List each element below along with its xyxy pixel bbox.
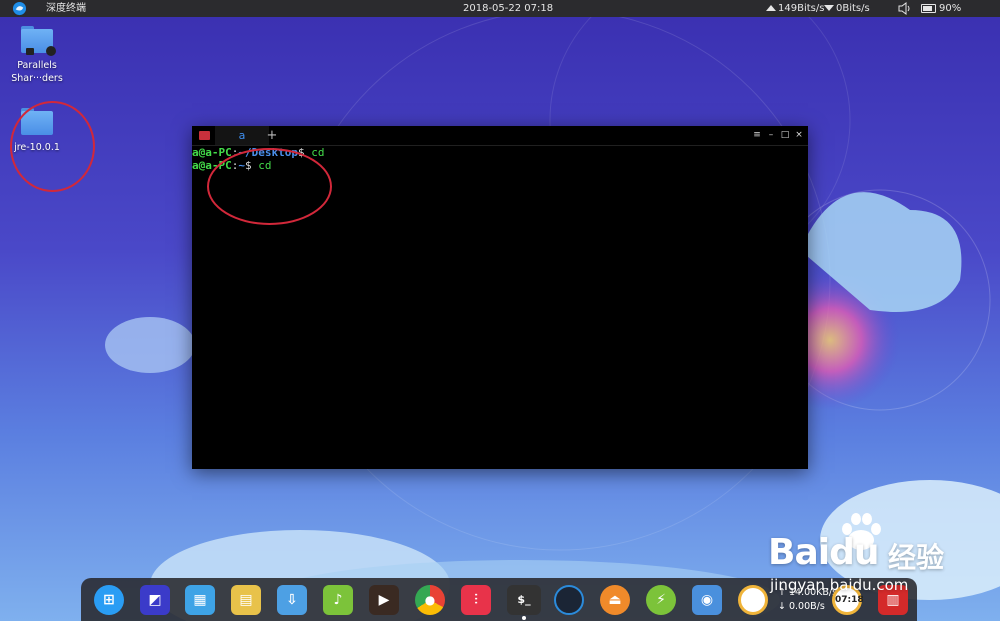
deepin-logo-icon[interactable]: [12, 1, 27, 16]
share-badge-icon: [46, 46, 56, 56]
upload-arrow-icon: [766, 5, 776, 11]
baidu-watermark: Baidu 经验 jingyan.baidu.com: [768, 512, 968, 602]
running-indicator: [522, 616, 526, 620]
top-panel: 深度终端 2018-05-22 07:18 149Bits/s 0Bits/s …: [0, 0, 1000, 17]
annotation-circle: [10, 101, 95, 192]
active-app-title: 深度终端: [46, 3, 86, 14]
watermark-cn: 经验: [888, 541, 945, 574]
cleaner-icon[interactable]: ⚡: [646, 585, 676, 615]
folder-network-icon[interactable]: ◉: [692, 585, 722, 615]
movie-icon[interactable]: ▶: [369, 585, 399, 615]
app-store-icon[interactable]: ⇩: [277, 585, 307, 615]
menu-icon[interactable]: ≡: [751, 129, 763, 141]
terminal-icon[interactable]: $_: [507, 585, 541, 615]
desktop-icon-parallels-shared[interactable]: Parallels Shar···ders: [2, 26, 72, 85]
desktop-icon-label: Parallels: [17, 60, 57, 71]
close-icon[interactable]: ×: [793, 129, 805, 141]
shared-folder-icon: [21, 26, 56, 56]
file-manager-icon[interactable]: ▤: [231, 585, 261, 615]
prompt-user-host: a@a-PC: [192, 146, 232, 159]
multitask-view-icon[interactable]: ▦: [185, 585, 215, 615]
chrome-icon[interactable]: ●: [415, 585, 445, 615]
terminal-app-icon: [199, 131, 210, 140]
shutdown-icon[interactable]: [738, 585, 768, 615]
terminal-titlebar[interactable]: a + ≡ – □ ×: [192, 126, 808, 146]
terminal-tab[interactable]: a: [215, 126, 269, 145]
watermark-url: jingyan.baidu.com: [770, 576, 909, 594]
minimize-icon[interactable]: –: [765, 129, 777, 141]
net-upload-indicator: 149Bits/s: [766, 0, 824, 17]
battery-percent: 90%: [939, 3, 962, 14]
system-monitor-icon[interactable]: [554, 585, 584, 615]
new-tab-button[interactable]: +: [263, 126, 281, 145]
install-icon[interactable]: ⏏: [600, 585, 630, 615]
screenshot-icon[interactable]: ◩: [140, 585, 170, 615]
battery-indicator[interactable]: 90%: [921, 0, 961, 17]
watermark-brand: Baidu: [768, 532, 879, 573]
lock-badge-icon: [26, 48, 34, 55]
net-download-speed: 0Bits/s: [836, 3, 870, 14]
control-center-icon[interactable]: ⫶: [461, 585, 491, 615]
net-download-indicator: 0Bits/s: [824, 0, 870, 17]
maximize-icon[interactable]: □: [779, 129, 791, 141]
net-upload-speed: 149Bits/s: [778, 3, 825, 14]
annotation-circle: [207, 148, 332, 225]
battery-icon: [921, 3, 936, 13]
dock-net-down: ↓ 0.00B/s: [778, 601, 825, 612]
launcher-icon[interactable]: ⊞: [94, 585, 124, 615]
volume-icon[interactable]: [898, 2, 912, 15]
top-clock[interactable]: 2018-05-22 07:18: [463, 0, 553, 17]
download-arrow-icon: [824, 5, 834, 11]
music-icon[interactable]: ♪: [323, 585, 353, 615]
desktop-icon-label: Shar···ders: [11, 73, 63, 84]
